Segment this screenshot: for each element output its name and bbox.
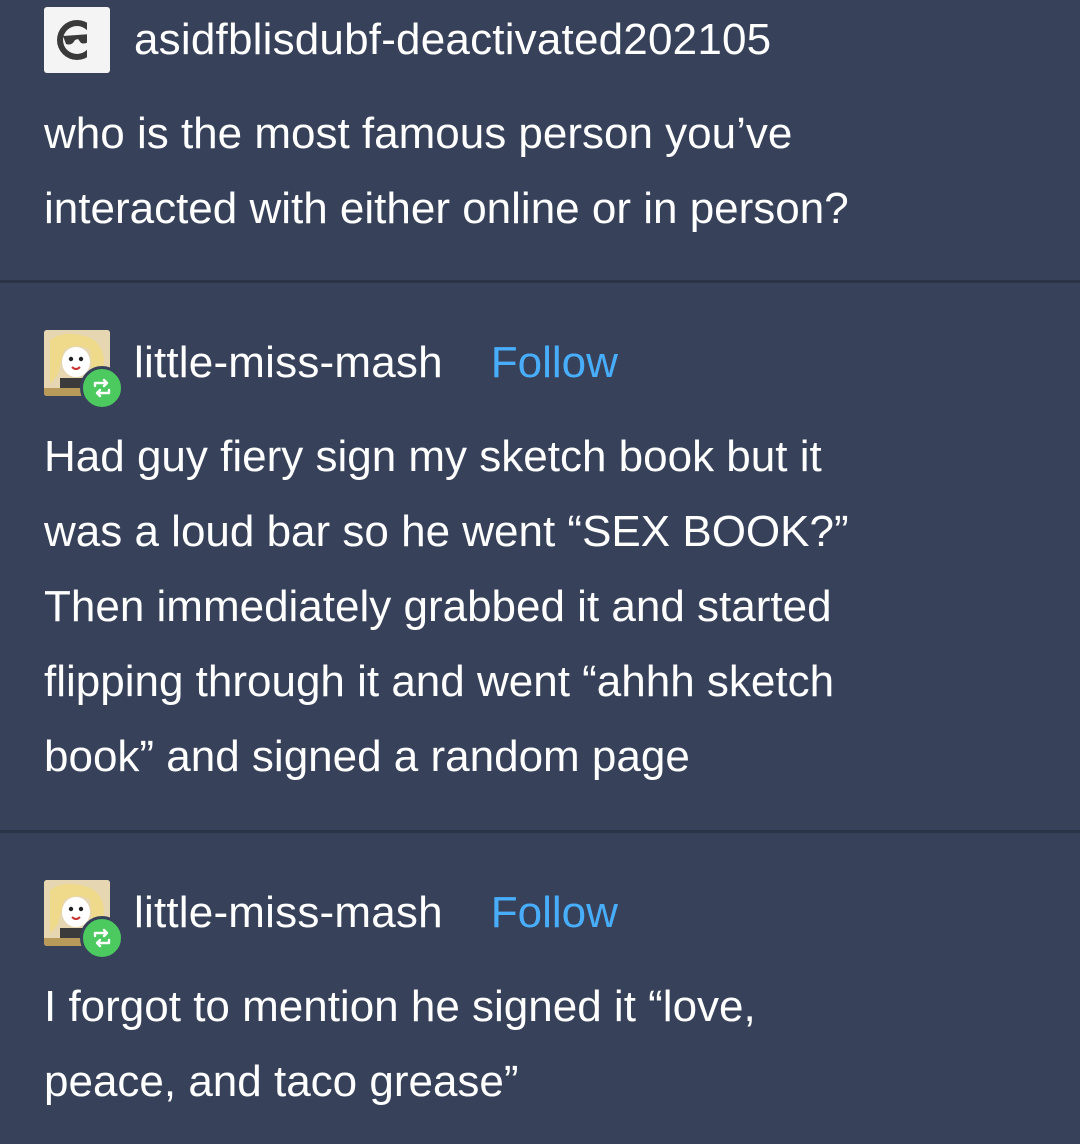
reblog-icon [80,916,124,960]
deactivated-sunglasses-icon [44,7,110,73]
post-reblog: little-miss-mash Follow I forgot to ment… [0,877,1080,1119]
follow-button[interactable]: Follow [491,338,618,388]
post-body: I forgot to mention he signed it “love, … [44,982,756,1106]
post-body: Had guy fiery sign my sketch book but it… [44,432,849,781]
post-original: asidfblisdubf-deactivated202105 who is t… [0,4,1080,246]
reblog-icon [80,366,124,410]
post-header: little-miss-mash Follow [44,327,1040,410]
username[interactable]: little-miss-mash [134,888,443,938]
post-header: asidfblisdubf-deactivated202105 [44,4,1040,76]
avatar[interactable] [44,880,124,960]
divider [0,280,1080,283]
divider [0,830,1080,833]
follow-button[interactable]: Follow [491,888,618,938]
post-body: who is the most famous person you’ve int… [44,109,849,233]
post-reblog: little-miss-mash Follow Had guy fiery si… [0,327,1080,794]
avatar[interactable] [44,330,124,410]
post-header: little-miss-mash Follow [44,877,1040,960]
avatar[interactable] [44,7,110,73]
username[interactable]: asidfblisdubf-deactivated202105 [134,15,771,65]
username[interactable]: little-miss-mash [134,338,443,388]
